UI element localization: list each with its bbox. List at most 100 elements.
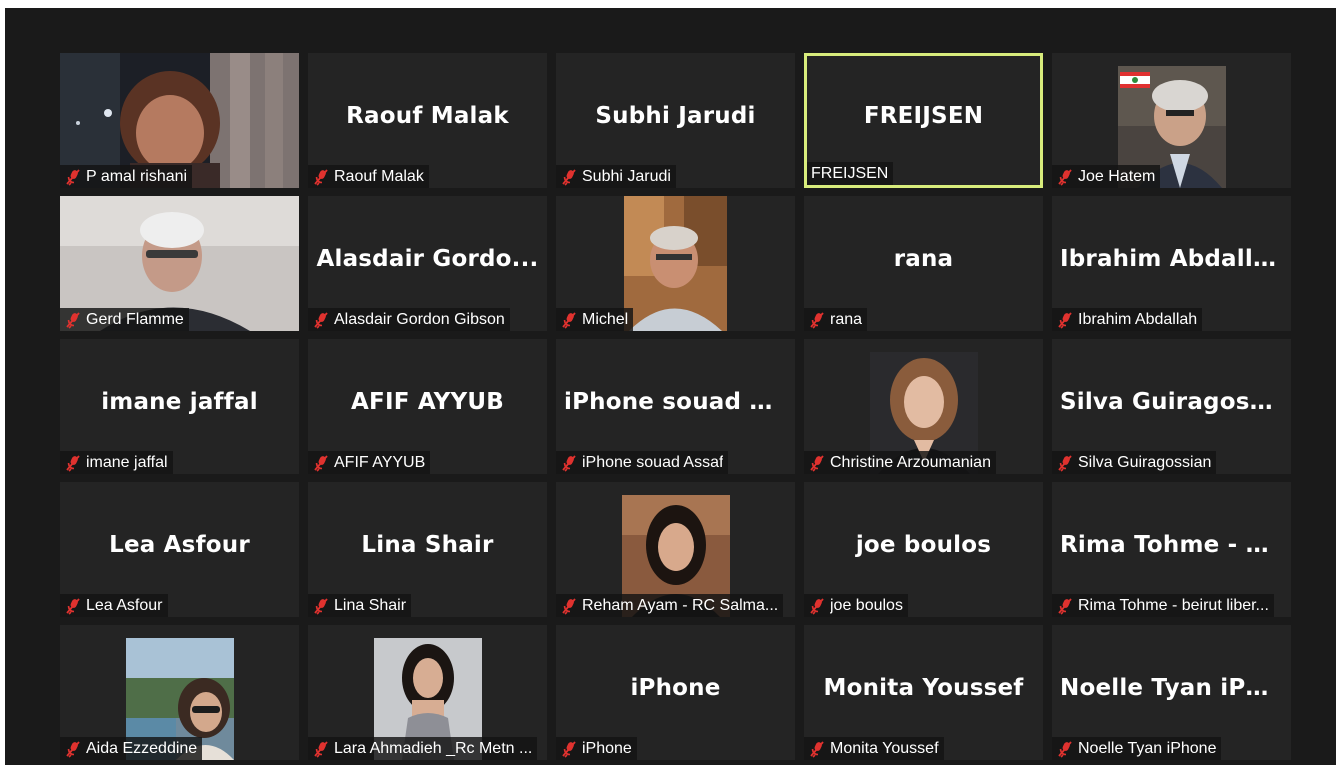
gallery-grid: P amal rishani Raouf Malak Raouf Malak S…: [60, 53, 1291, 760]
participant-name-label: Gerd Flamme: [60, 308, 189, 331]
participant-name-label: Michel: [556, 308, 634, 331]
participant-name-label: Rima Tohme - beirut liber...: [1052, 594, 1274, 617]
participant-name: AFIF AYYUB: [334, 454, 426, 471]
muted-microphone-icon: [66, 168, 80, 186]
participant-name: Ibrahim Abdallah: [1078, 311, 1198, 328]
participant-name-label: Reham Ayam - RC Salma...: [556, 594, 784, 617]
participant-tile[interactable]: iPhone souad A... iPhone souad Assaf: [556, 339, 795, 474]
muted-microphone-icon: [562, 168, 576, 186]
muted-microphone-icon: [314, 311, 328, 329]
muted-microphone-icon: [1058, 311, 1072, 329]
participant-tile[interactable]: Michel: [556, 196, 795, 331]
participant-tile[interactable]: Alasdair Gordo... Alasdair Gordon Gibson: [308, 196, 547, 331]
muted-microphone-icon: [1058, 454, 1072, 472]
participant-name-label: iPhone: [556, 737, 637, 760]
participant-name-label: Silva Guiragossian: [1052, 451, 1217, 474]
muted-microphone-icon: [314, 168, 328, 186]
participant-name: rana: [830, 311, 863, 328]
participant-tile[interactable]: Silva Guiragossi... Silva Guiragossian: [1052, 339, 1291, 474]
participant-name: Lina Shair: [334, 597, 407, 614]
participant-display-name: Silva Guiragossi...: [1060, 389, 1283, 415]
muted-microphone-icon: [562, 454, 576, 472]
participant-tile-active-speaker[interactable]: FREIJSEN FREIJSEN: [804, 53, 1043, 188]
participant-name-label: rana: [804, 308, 868, 331]
participant-tile[interactable]: joe boulos joe boulos: [804, 482, 1043, 617]
participant-tile[interactable]: Christine Arzoumanian: [804, 339, 1043, 474]
participant-name-label: Raouf Malak: [308, 165, 429, 188]
participant-name: Joe Hatem: [1078, 168, 1156, 185]
meeting-window: P amal rishani Raouf Malak Raouf Malak S…: [5, 8, 1336, 765]
participant-tile[interactable]: Ibrahim Abdallah Ibrahim Abdallah: [1052, 196, 1291, 331]
participant-display-name: imane jaffal: [101, 389, 258, 415]
participant-tile[interactable]: Rima Tohme - b... Rima Tohme - beirut li…: [1052, 482, 1291, 617]
muted-microphone-icon: [66, 454, 80, 472]
participant-name-label: Monita Youssef: [804, 737, 944, 760]
participant-name: P amal rishani: [86, 168, 188, 185]
participant-display-name: FREIJSEN: [863, 103, 984, 129]
participant-display-name: Raouf Malak: [346, 103, 509, 129]
participant-name: Lara Ahmadieh _Rc Metn ...: [334, 740, 533, 757]
participant-display-name: joe boulos: [855, 532, 992, 558]
participant-tile[interactable]: Lina Shair Lina Shair: [308, 482, 547, 617]
muted-microphone-icon: [1058, 168, 1072, 186]
participant-display-name: AFIF AYYUB: [351, 389, 504, 415]
participant-name: Lea Asfour: [86, 597, 163, 614]
participant-tile[interactable]: Raouf Malak Raouf Malak: [308, 53, 547, 188]
participant-display-name: Ibrahim Abdallah: [1060, 246, 1283, 272]
muted-microphone-icon: [562, 597, 576, 615]
participant-name-label: P amal rishani: [60, 165, 193, 188]
muted-microphone-icon: [810, 454, 824, 472]
participant-name-label: Lina Shair: [308, 594, 412, 617]
participant-name: Reham Ayam - RC Salma...: [582, 597, 779, 614]
participant-display-name: Lea Asfour: [109, 532, 250, 558]
participant-name-label: Joe Hatem: [1052, 165, 1161, 188]
participant-name: imane jaffal: [86, 454, 168, 471]
muted-microphone-icon: [1058, 740, 1072, 758]
participant-name-label: Lea Asfour: [60, 594, 168, 617]
participant-name: Aida Ezzeddine: [86, 740, 198, 757]
participant-display-name: Subhi Jarudi: [595, 103, 756, 129]
participant-name: iPhone souad Assaf: [582, 454, 724, 471]
participant-tile[interactable]: AFIF AYYUB AFIF AYYUB: [308, 339, 547, 474]
participant-tile[interactable]: Subhi Jarudi Subhi Jarudi: [556, 53, 795, 188]
participant-name: joe boulos: [830, 597, 903, 614]
muted-microphone-icon: [810, 597, 824, 615]
participant-name: Subhi Jarudi: [582, 168, 671, 185]
participant-name-label: joe boulos: [804, 594, 908, 617]
participant-name-label: imane jaffal: [60, 451, 173, 474]
participant-name-label: Subhi Jarudi: [556, 165, 676, 188]
muted-microphone-icon: [810, 311, 824, 329]
participant-display-name: iPhone souad A...: [564, 389, 787, 415]
participant-tile[interactable]: Gerd Flamme: [60, 196, 299, 331]
participant-tile[interactable]: Noelle Tyan iPh... Noelle Tyan iPhone: [1052, 625, 1291, 760]
participant-name-label: Christine Arzoumanian: [804, 451, 996, 474]
participant-tile[interactable]: iPhone iPhone: [556, 625, 795, 760]
participant-tile[interactable]: Lea Asfour Lea Asfour: [60, 482, 299, 617]
muted-microphone-icon: [562, 311, 576, 329]
participant-video: [624, 196, 727, 331]
participant-tile[interactable]: Lara Ahmadieh _Rc Metn ...: [308, 625, 547, 760]
participant-display-name: Monita Youssef: [823, 675, 1024, 701]
participant-name-label: AFIF AYYUB: [308, 451, 431, 474]
participant-tile[interactable]: Monita Youssef Monita Youssef: [804, 625, 1043, 760]
participant-name: Noelle Tyan iPhone: [1078, 740, 1217, 757]
participant-name-label: Lara Ahmadieh _Rc Metn ...: [308, 737, 538, 760]
participant-name: Raouf Malak: [334, 168, 424, 185]
participant-name: Gerd Flamme: [86, 311, 184, 328]
participant-name: FREIJSEN: [811, 165, 889, 182]
muted-microphone-icon: [1058, 597, 1072, 615]
participant-tile[interactable]: rana rana: [804, 196, 1043, 331]
participant-tile[interactable]: imane jaffal imane jaffal: [60, 339, 299, 474]
participant-tile[interactable]: Reham Ayam - RC Salma...: [556, 482, 795, 617]
participant-name-label: Alasdair Gordon Gibson: [308, 308, 510, 331]
muted-microphone-icon: [562, 740, 576, 758]
participant-tile[interactable]: P amal rishani: [60, 53, 299, 188]
participant-name: Alasdair Gordon Gibson: [334, 311, 505, 328]
participant-display-name: iPhone: [630, 675, 721, 701]
participant-tile[interactable]: Joe Hatem: [1052, 53, 1291, 188]
participant-tile[interactable]: Aida Ezzeddine: [60, 625, 299, 760]
participant-display-name: Rima Tohme - b...: [1060, 532, 1283, 558]
participant-name: iPhone: [582, 740, 632, 757]
participant-name: Christine Arzoumanian: [830, 454, 991, 471]
participant-display-name: Noelle Tyan iPh...: [1060, 675, 1283, 701]
